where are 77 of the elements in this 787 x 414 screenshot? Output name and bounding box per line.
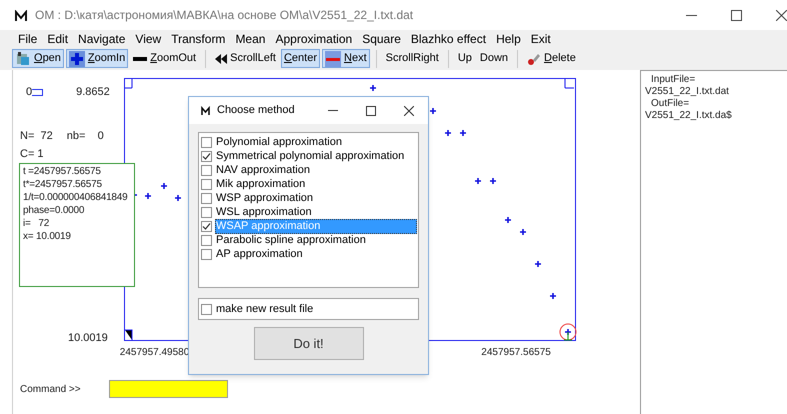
point-info-line: t*=2457957.56575 <box>23 178 103 191</box>
menu-item[interactable]: Approximation <box>275 30 352 48</box>
y-max-label: 9.8652 <box>76 84 110 100</box>
method-item[interactable]: Symmetrical polynomial approximation <box>215 148 417 164</box>
eraser-icon <box>527 52 542 66</box>
rewind-icon <box>215 54 228 64</box>
toolbar-button[interactable]: Open <box>12 49 64 68</box>
file-info-line: V2551_22_I.txt.dat <box>645 86 730 98</box>
checkbox[interactable] <box>201 304 212 314</box>
command-label: Command >> <box>20 382 81 396</box>
folder-icon <box>15 50 31 66</box>
checkbox[interactable] <box>201 192 212 204</box>
zero-label: 0 <box>26 84 32 100</box>
plus-icon <box>68 50 85 66</box>
checkbox[interactable] <box>201 178 212 190</box>
x-min-label: 2457957.49580 <box>120 346 190 360</box>
minus-icon <box>133 56 148 60</box>
menu-item[interactable]: File <box>18 30 38 48</box>
file-info-line: V2551_22_I.txt.da$ <box>645 110 733 122</box>
toolbar-button[interactable]: ZoomIn <box>66 49 128 68</box>
app-icon <box>15 8 27 22</box>
toolbar-button[interactable]: ZoomOut <box>130 49 200 68</box>
menu-item[interactable]: Square <box>362 30 401 48</box>
do-it-button[interactable]: Do it! <box>254 327 364 360</box>
dialog-title: Choose method <box>217 103 295 118</box>
window-title: OM : D:\катя\астрономия\МАВКА\на основе ОМ\а\V2551_22_I.txt.dat <box>35 7 414 24</box>
method-item[interactable]: Polynomial approximation <box>215 134 417 150</box>
close-icon[interactable] <box>404 106 414 116</box>
toolbar-button[interactable]: Delete <box>524 49 579 68</box>
point-info-line: t =2457957.56575 <box>23 165 102 178</box>
y-min-label: 10.0019 <box>68 331 108 346</box>
menu-item[interactable]: Edit <box>47 30 68 48</box>
point-info-line: 1/t=0.000000406841849 <box>23 191 129 204</box>
x-max-label: 2457957.56575 <box>481 346 551 360</box>
toolbar-button[interactable]: Down <box>476 49 512 68</box>
command-field[interactable] <box>108 380 228 398</box>
menu-item[interactable]: Navigate <box>78 30 126 48</box>
toolbar-button[interactable]: Next <box>322 49 370 68</box>
toolbar-button[interactable]: Up <box>454 49 475 68</box>
file-info-line: InputFile= <box>650 74 696 86</box>
checkbox[interactable] <box>201 234 212 246</box>
checkbox[interactable] <box>201 136 212 148</box>
menu-item[interactable]: View <box>135 30 162 48</box>
nb-label: nb= 0 <box>66 129 104 144</box>
toolbar-button[interactable]: ScrollRight <box>382 49 442 68</box>
method-item[interactable]: Mik approximation <box>215 176 417 192</box>
menu-item[interactable]: Blazhko effect <box>410 30 486 48</box>
toolbar-button[interactable]: ScrollLeft <box>212 49 279 68</box>
checkbox[interactable] <box>201 220 212 232</box>
menu-item[interactable]: Transform <box>171 30 226 48</box>
minimize-icon[interactable] <box>686 14 697 16</box>
checkbox[interactable] <box>201 164 212 176</box>
method-item[interactable]: NAV approximation <box>215 162 417 178</box>
app-icon <box>201 106 210 116</box>
maximize-icon[interactable] <box>731 10 742 20</box>
c-label: C= 1 <box>20 146 45 162</box>
dash-icon <box>325 50 341 66</box>
checkbox[interactable] <box>201 150 212 162</box>
toolbar-button[interactable]: Center <box>280 49 320 68</box>
menu-item[interactable]: Exit <box>530 30 551 48</box>
point-info-line: i= 72 <box>23 217 50 230</box>
menu-item[interactable]: Mean <box>235 30 266 48</box>
n-label: N= 72 <box>20 129 53 144</box>
maximize-icon[interactable] <box>366 106 376 116</box>
method-item[interactable]: WSL approximation <box>215 204 417 220</box>
menu-item[interactable]: Help <box>496 30 521 48</box>
point-info-line: x= 10.0019 <box>23 230 72 243</box>
file-info-line: OutFile= <box>650 98 690 110</box>
point-info-line: phase=0.0000 <box>23 204 86 217</box>
close-icon[interactable] <box>776 10 787 20</box>
method-item[interactable]: WSP approximation <box>215 190 417 206</box>
method-item[interactable]: AP approximation <box>215 246 417 262</box>
option-label[interactable]: make new result file <box>216 300 314 318</box>
checkbox[interactable] <box>201 248 212 260</box>
marker-icon <box>32 88 44 96</box>
method-item[interactable]: Parabolic spline approximation <box>215 232 417 248</box>
checkbox[interactable] <box>201 206 212 218</box>
